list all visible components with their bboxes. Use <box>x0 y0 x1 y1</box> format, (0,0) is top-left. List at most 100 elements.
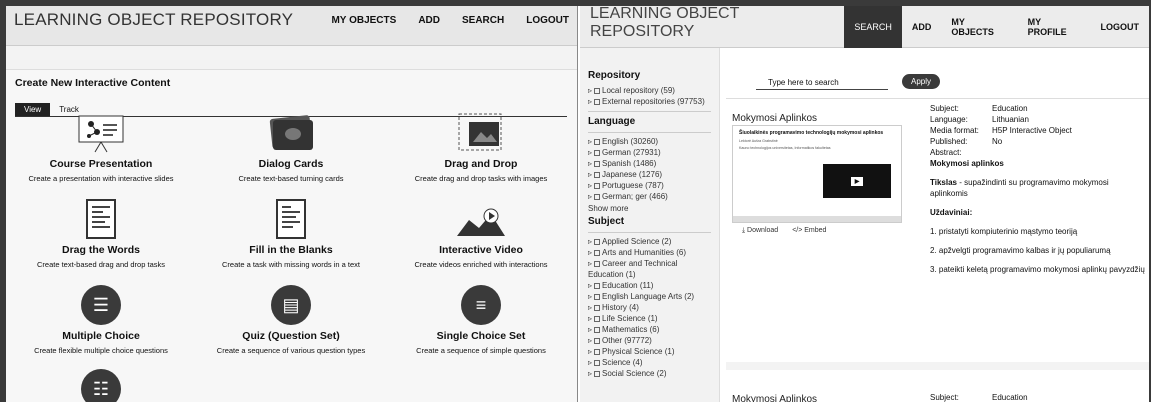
left-header: LEARNING OBJECT REPOSITORY MY OBJECTS AD… <box>6 6 577 46</box>
filter-item[interactable]: ▹ German; ger (466) <box>588 192 719 202</box>
nav-my-objects[interactable]: MY OBJECTS <box>941 6 1017 48</box>
abstract-goal: Tikslas - supažindinti su programavimo m… <box>930 178 1109 198</box>
nav-search[interactable]: SEARCH <box>844 6 902 48</box>
result-metadata: Subject: Education Language: Lithuanian Me… <box>930 104 1145 274</box>
filter-item[interactable]: ▹ Education (11) <box>588 281 719 291</box>
result-card: Mokymosi Aplinkos Subject: Education <box>726 362 1149 402</box>
filter-item[interactable]: ▹ External repositories (97753) <box>588 97 719 107</box>
cards-icon <box>260 112 322 154</box>
filter-item[interactable]: ▹ History (4) <box>588 303 719 313</box>
create-content-panel: LEARNING OBJECT REPOSITORY MY OBJECTS AD… <box>6 6 578 402</box>
content-type-single-choice-set[interactable]: ≡ Single Choice Set Create a sequence of… <box>386 284 576 355</box>
nav-search[interactable]: SEARCH <box>462 15 504 26</box>
presentation-icon <box>70 112 132 154</box>
nav-add[interactable]: ADD <box>902 6 942 48</box>
preview-subtitle: Lektorė Aušra Grabstinė <box>739 139 778 143</box>
document-icon <box>70 198 132 240</box>
content-type-dialog-cards[interactable]: Dialog Cards Create text-based turning c… <box>196 112 386 183</box>
result-metadata: Subject: Education <box>930 393 1028 402</box>
content-type-name: Single Choice Set <box>436 330 526 342</box>
content-type-name: Drag and Drop <box>444 158 518 170</box>
drag-drop-icon <box>450 112 512 154</box>
content-type-multiple-choice[interactable]: ☰ Multiple Choice Create flexible multip… <box>6 284 196 355</box>
nav-add[interactable]: ADD <box>418 15 440 26</box>
filter-item-continued: Education (1) <box>588 270 636 279</box>
content-type-desc: Create text-based turning cards <box>238 174 344 183</box>
page-title: Create New Interactive Content <box>15 77 171 89</box>
filter-item[interactable]: ▹ Other (97772) <box>588 336 719 346</box>
content-type-drag-the-words[interactable]: Drag the Words Create text-based drag an… <box>6 198 196 269</box>
content-type-course-presentation[interactable]: Course Presentation Create a presentatio… <box>6 112 196 183</box>
content-type-interactive-video[interactable]: Interactive Video Create videos enriched… <box>386 198 576 269</box>
filter-item[interactable]: ▹ Applied Science (2) <box>588 237 719 247</box>
content-type-fill-in-the-blanks[interactable]: Fill in the Blanks Create a task with mi… <box>196 198 386 269</box>
content-type-desc: Create a presentation with interactive s… <box>28 174 174 183</box>
filter-heading-subject: Subject <box>588 216 625 227</box>
search-bar: Type here to search Apply <box>756 73 941 90</box>
abstract-title: Mokymosi aplinkos <box>930 159 1004 168</box>
filter-item[interactable]: ▹ English (30260) <box>588 137 719 147</box>
content-type-name: Quiz (Question Set) <box>242 330 340 342</box>
filter-item[interactable]: ▹ Spanish (1486) <box>588 159 719 169</box>
abstract-step: 2. apžvelgti programavimo kalbas ir jų p… <box>930 246 1111 255</box>
repository-search-panel: LEARNING OBJECT REPOSITORY SEARCH ADD MY… <box>580 6 1149 402</box>
app-title: LEARNING OBJECT REPOSITORY <box>590 6 740 40</box>
content-type-name: Multiple Choice <box>62 330 140 342</box>
document-icon <box>260 198 322 240</box>
app-title: LEARNING OBJECT REPOSITORY <box>14 9 294 29</box>
single-choice-icon: ≡ <box>450 284 512 326</box>
play-icon: ▶ <box>851 176 863 186</box>
content-type-more[interactable]: ☷ <box>6 368 196 402</box>
content-type-desc: Create videos enriched with interactions <box>414 260 548 269</box>
content-type-name: Course Presentation <box>49 158 153 170</box>
filter-item[interactable]: ▹ Career and Technical <box>588 259 719 269</box>
checklist-circle-icon: ☷ <box>70 368 132 402</box>
quiz-circle-icon: ▤ <box>260 284 322 326</box>
filter-heading-repository: Repository <box>588 70 641 81</box>
content-type-quiz[interactable]: ▤ Quiz (Question Set) Create a sequence … <box>196 284 386 355</box>
content-type-drag-and-drop[interactable]: Drag and Drop Create drag and drop tasks… <box>386 112 576 183</box>
search-input[interactable]: Type here to search <box>756 76 888 90</box>
filter-item[interactable]: ▹ Social Science (2) <box>588 369 719 379</box>
content-type-name: Interactive Video <box>439 244 523 256</box>
preview-title: Šiuolaikinės programavimo technologijų m… <box>739 130 884 136</box>
filter-item[interactable]: ▹ Physical Science (1) <box>588 347 719 357</box>
nav-my-profile[interactable]: MY PROFILE <box>1018 6 1091 48</box>
abstract-step: 3. pateikti keletą programavimo mokymosi… <box>930 265 1145 274</box>
download-button[interactable]: ⤓ Download <box>742 227 778 235</box>
preview-subtitle: Kauno technologijos universitetas, Infor… <box>739 146 831 150</box>
result-actions: ⤓ Download </> Embed <box>742 227 826 235</box>
filter-item[interactable]: ▹ Science (4) <box>588 358 719 368</box>
abstract-step: 1. pristatyti kompiuterinio mąstymo teor… <box>930 227 1078 236</box>
filter-item[interactable]: ▹ Japanese (1276) <box>588 170 719 180</box>
embed-button[interactable]: </> Embed <box>792 227 826 235</box>
content-preview[interactable]: Šiuolaikinės programavimo technologijų m… <box>732 125 902 223</box>
list-circle-icon: ☰ <box>70 284 132 326</box>
video-thumbnail[interactable]: ▶ <box>823 164 891 198</box>
filter-heading-language: Language <box>588 116 636 127</box>
content-type-name: Dialog Cards <box>258 158 324 170</box>
result-title[interactable]: Mokymosi Aplinkos <box>732 394 817 402</box>
filter-item[interactable]: ▹ German (27931) <box>588 148 719 158</box>
content-type-name: Drag the Words <box>62 244 140 256</box>
nav-my-objects[interactable]: MY OBJECTS <box>331 15 396 26</box>
filter-item[interactable]: ▹ Life Science (1) <box>588 314 719 324</box>
filter-item[interactable]: ▹ Portuguese (787) <box>588 181 719 191</box>
filter-item[interactable]: ▹ Arts and Humanities (6) <box>588 248 719 258</box>
apply-button[interactable]: Apply <box>902 73 941 89</box>
nav-logout[interactable]: LOGOUT <box>526 15 569 26</box>
nav-logout[interactable]: LOGOUT <box>1091 6 1150 48</box>
screenshot-frame: LEARNING OBJECT REPOSITORY MY OBJECTS AD… <box>6 6 1149 402</box>
result-title[interactable]: Mokymosi Aplinkos <box>732 113 817 124</box>
filter-item[interactable]: ▹ Mathematics (6) <box>588 325 719 335</box>
subheader-strip <box>6 46 577 70</box>
content-type-desc: Create a task with missing words in a te… <box>222 260 360 269</box>
show-more-link[interactable]: Show more <box>588 204 719 213</box>
right-nav: SEARCH ADD MY OBJECTS MY PROFILE LOGOUT <box>844 6 1149 48</box>
content-type-desc: Create text-based drag and drop tasks <box>37 260 165 269</box>
filter-item[interactable]: ▹ English Language Arts (2) <box>588 292 719 302</box>
video-icon <box>450 198 512 240</box>
filter-item[interactable]: ▹ Local repository (59) <box>588 86 719 96</box>
progress-bar <box>733 216 901 222</box>
abstract-tasks-heading: Uždaviniai: <box>930 208 973 217</box>
